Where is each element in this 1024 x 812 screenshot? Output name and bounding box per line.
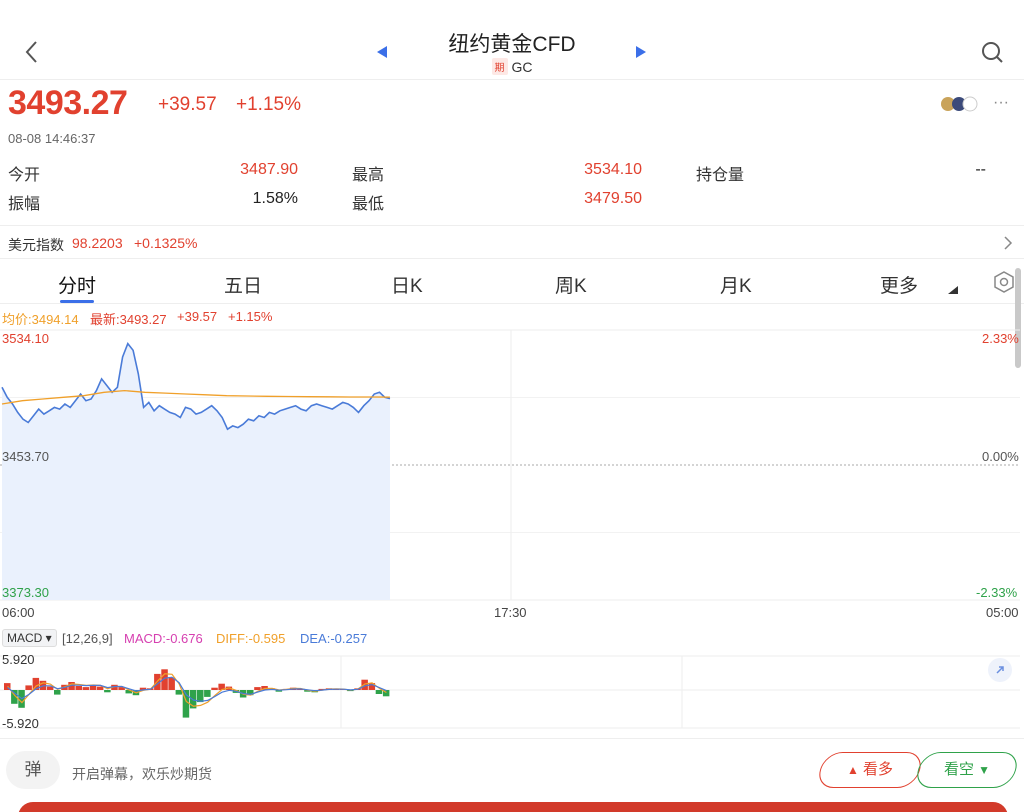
more-options-icon[interactable]: ··· — [993, 94, 1009, 112]
period-tabs: 分时 五日 日K 周K 月K 更多 — [0, 260, 1024, 304]
indicator-selector-label: MACD — [7, 631, 43, 645]
x-tick-end: 05:00 — [986, 605, 1019, 620]
y-tick-low-pct: -2.33% — [976, 585, 1018, 600]
next-arrow-icon[interactable] — [634, 44, 648, 60]
expand-icon[interactable] — [988, 658, 1012, 682]
danmu-toggle-button[interactable]: 弹 — [6, 751, 60, 789]
tab-weekly-k[interactable]: 周K — [555, 271, 587, 298]
amplitude-value: 1.58% — [252, 190, 298, 207]
macd-bar — [175, 690, 183, 695]
go-short-label: 看空 — [943, 761, 974, 778]
intraday-chart[interactable] — [0, 322, 1024, 622]
y-tick-high-pct: 2.33% — [982, 331, 1019, 346]
macd-bar — [211, 687, 218, 690]
code-text: GC — [511, 59, 533, 75]
diff-value: DIFF:-0.595 — [216, 631, 286, 646]
more-dropdown-icon[interactable] — [948, 286, 958, 294]
usd-index-row[interactable]: 美元指数 98.2203 +0.1325% — [0, 225, 1024, 259]
amplitude-label: 振幅 — [8, 196, 41, 213]
high-value: 3534.10 — [584, 161, 642, 178]
macd-bar — [254, 687, 261, 690]
search-icon[interactable] — [978, 38, 1006, 66]
instrument-code: 期 GC — [0, 58, 1024, 75]
go-long-button[interactable]: ▲ 看多 — [815, 752, 925, 788]
macd-bar — [82, 687, 90, 690]
dea-value: DEA:-0.257 — [300, 631, 368, 646]
active-tab-indicator — [60, 300, 94, 303]
open-interest-label: 持仓量 — [696, 167, 745, 184]
macd-params: [12,26,9] — [62, 631, 113, 646]
open-label: 今开 — [8, 167, 41, 184]
tab-monthly-k[interactable]: 月K — [720, 271, 752, 298]
settings-icon[interactable] — [990, 270, 1018, 294]
go-long-label: 看多 — [863, 761, 894, 778]
y-tick-high: 3534.10 — [2, 331, 49, 346]
price-area-fill — [2, 343, 390, 600]
x-tick-start: 06:00 — [2, 605, 35, 620]
danmu-prompt[interactable]: 开启弹幕，欢乐炒期货 — [72, 764, 212, 784]
macd-chart[interactable] — [0, 650, 1024, 734]
price-change: +39.57 — [158, 94, 217, 115]
go-short-button[interactable]: 看空 ▼ — [913, 752, 1021, 788]
macd-bar — [54, 690, 61, 695]
last-price: 3493.27 — [8, 84, 128, 122]
tab-five-day[interactable]: 五日 — [224, 271, 262, 298]
macd-bar — [104, 690, 111, 693]
flame-icon: ▲ — [846, 763, 859, 777]
chevron-right-icon — [1004, 236, 1013, 250]
x-tick-mid: 17:30 — [494, 605, 527, 620]
low-value: 3479.50 — [584, 190, 642, 207]
bottom-bar: 弹 开启弹幕，欢乐炒期货 ▲ 看多 看空 ▼ — [0, 738, 1024, 812]
y-tick-base: 3453.70 — [2, 449, 49, 464]
macd-bar — [75, 686, 82, 690]
macd-bar — [96, 686, 104, 690]
macd-bar — [89, 685, 97, 690]
quote-timestamp: 08-08 14:46:37 — [8, 131, 96, 146]
tab-daily-k[interactable]: 日K — [391, 271, 423, 298]
top-bar: 纽约黄金CFD 期 GC — [0, 0, 1024, 80]
indicator-selector[interactable]: MACD ▾ — [2, 629, 57, 647]
usd-index-value: 98.2203 — [72, 235, 123, 251]
macd-bar — [25, 685, 32, 690]
usd-index-label: 美元指数 — [8, 237, 64, 253]
macd-tick-low: -5.920 — [2, 716, 39, 731]
tab-more[interactable]: 更多 — [880, 271, 918, 298]
watcher-avatars[interactable] — [940, 96, 990, 112]
y-tick-low: 3373.30 — [2, 585, 49, 600]
usd-index-change: +0.1325% — [134, 235, 198, 251]
open-interest-value: -- — [975, 161, 986, 178]
chevron-down-icon: ▼ — [978, 763, 991, 777]
page-title: 纽约黄金CFD — [448, 33, 576, 56]
promo-banner[interactable] — [18, 802, 1008, 812]
macd-tick-high: 5.920 — [2, 652, 35, 667]
y-tick-base-pct: 0.00% — [982, 449, 1019, 464]
macd-value: MACD:-0.676 — [124, 631, 203, 646]
high-label: 最高 — [352, 167, 385, 184]
low-label: 最低 — [352, 196, 385, 213]
futures-badge: 期 — [491, 58, 508, 75]
macd-bar — [204, 690, 211, 697]
tab-intraday[interactable]: 分时 — [58, 271, 96, 298]
price-change-pct: +1.15% — [236, 94, 301, 115]
open-value: 3487.90 — [240, 161, 298, 178]
macd-bar — [375, 690, 383, 694]
